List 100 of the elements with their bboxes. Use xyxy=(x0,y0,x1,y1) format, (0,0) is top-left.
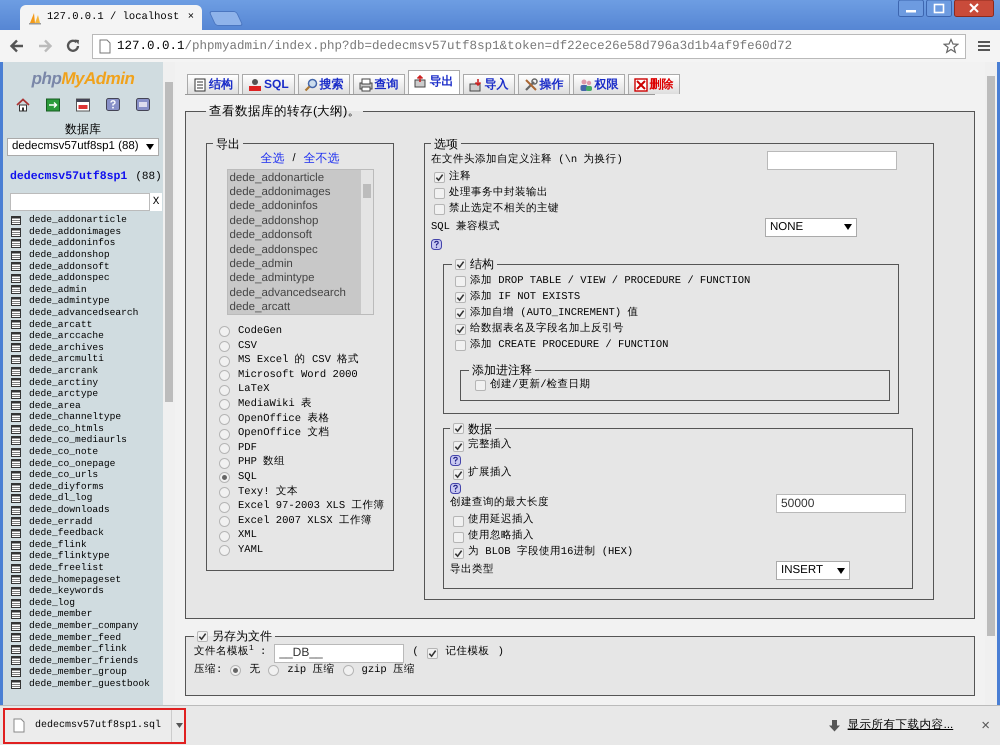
table-link[interactable]: dede_channeltype xyxy=(29,411,122,424)
radio-button[interactable] xyxy=(219,370,230,382)
export-type-dropdown[interactable]: INSERT xyxy=(776,561,850,580)
table-link[interactable]: dede_arcatt xyxy=(29,318,92,331)
table-icon[interactable] xyxy=(11,517,21,526)
table-icon[interactable] xyxy=(11,424,21,434)
tab[interactable]: 权限 xyxy=(572,74,625,94)
table-link[interactable]: dede_addonarticle xyxy=(29,214,127,227)
table-link[interactable]: dede_co_htmls xyxy=(29,422,104,436)
table-link[interactable]: dede_addonspec xyxy=(29,272,110,285)
radio-button[interactable] xyxy=(219,545,230,556)
tab[interactable]: 导入 xyxy=(462,74,515,94)
table-link[interactable]: dede_arctype xyxy=(29,388,98,401)
table-icon[interactable] xyxy=(11,656,21,666)
scrollbar[interactable] xyxy=(360,170,372,314)
tab[interactable]: 操作 xyxy=(518,74,570,94)
list-option[interactable]: dede_addoninfos xyxy=(230,199,358,214)
list-option[interactable]: dede_advancedsearch xyxy=(230,286,358,300)
table-link[interactable]: dede_erradd xyxy=(29,516,92,528)
table-link[interactable]: dede_archives xyxy=(29,342,104,354)
table-link[interactable]: dede_addonshop xyxy=(29,248,110,262)
table-icon[interactable] xyxy=(11,506,21,515)
scrollbar[interactable] xyxy=(163,62,175,705)
table-link[interactable]: dede_downloads xyxy=(29,504,110,516)
table-icon[interactable] xyxy=(11,552,21,562)
table-icon[interactable] xyxy=(11,285,21,294)
exit-icon[interactable] xyxy=(46,98,60,112)
checkbox[interactable] xyxy=(455,276,466,287)
reload-icon[interactable] xyxy=(64,37,82,55)
list-option[interactable]: dede_addonimages xyxy=(230,184,358,200)
table-link[interactable]: dede_co_onepage xyxy=(29,458,116,470)
checkbox[interactable] xyxy=(434,188,445,200)
table-icon[interactable] xyxy=(11,262,21,272)
home-icon[interactable] xyxy=(16,98,30,112)
checkbox[interactable] xyxy=(455,292,466,303)
table-link[interactable]: dede_member_friends xyxy=(29,654,138,668)
table-link[interactable]: dede_co_mediaurls xyxy=(29,434,127,447)
radio-button[interactable] xyxy=(219,486,230,498)
checkbox[interactable] xyxy=(426,648,438,659)
table-link[interactable]: dede_member_feed xyxy=(29,632,122,644)
table-icon[interactable] xyxy=(11,332,21,341)
sql-window-icon[interactable] xyxy=(76,98,90,112)
compat-dropdown[interactable]: NONE xyxy=(765,218,857,237)
table-link[interactable]: dede_arctiny xyxy=(29,376,98,389)
table-icon[interactable] xyxy=(11,494,21,504)
close-button[interactable]: × xyxy=(981,716,990,736)
address-bar[interactable]: 127.0.0.1/phpmyadmin/index.php?db=dedecmsv57utf8sp1&token=df22ece26e58d796a3d1b4af9fe60d72 xyxy=(92,34,966,58)
table-icon[interactable] xyxy=(11,540,21,550)
radio-button[interactable] xyxy=(219,428,230,440)
radio-button[interactable] xyxy=(219,530,230,542)
radio-button[interactable] xyxy=(219,340,230,352)
table-link[interactable]: dede_area xyxy=(29,400,81,412)
table-icon[interactable] xyxy=(11,633,21,642)
table-icon[interactable] xyxy=(11,216,21,225)
tab[interactable]: SQL xyxy=(242,74,295,94)
radio-button[interactable] xyxy=(219,326,230,338)
table-icon[interactable] xyxy=(11,401,21,410)
table-icon[interactable] xyxy=(11,378,21,388)
table-icon[interactable] xyxy=(11,390,21,399)
checkbox[interactable] xyxy=(455,308,466,319)
table-link[interactable]: dede_co_note xyxy=(29,446,98,459)
tab[interactable]: 搜索 xyxy=(298,74,350,94)
checkbox[interactable] xyxy=(453,548,464,559)
checkbox[interactable] xyxy=(453,423,464,434)
table-link[interactable]: dede_addoninfos xyxy=(29,237,116,250)
checkbox[interactable] xyxy=(453,516,464,527)
checkbox[interactable] xyxy=(434,204,445,216)
radio-button[interactable] xyxy=(219,458,230,469)
table-icon[interactable] xyxy=(11,598,21,608)
table-link[interactable]: dede_member_group xyxy=(29,666,127,679)
table-listbox[interactable]: dede_addonarticle dede_addonimages dede_addoninfos dede_addonshop dede_addonsoft dede_addonspec dede_admin dede_admintype dede_advancedsearch dede_arcatt xyxy=(226,168,374,315)
checkbox[interactable] xyxy=(197,630,208,642)
table-icon[interactable] xyxy=(11,575,21,584)
table-icon[interactable] xyxy=(11,274,21,283)
table-link[interactable]: dede_addonimages xyxy=(29,226,122,238)
radio-button[interactable] xyxy=(342,665,354,676)
table-link[interactable]: dede_arcrank xyxy=(29,364,98,378)
query-window-icon[interactable] xyxy=(136,98,150,112)
table-icon[interactable] xyxy=(11,528,21,538)
checkbox[interactable] xyxy=(455,258,466,270)
table-icon[interactable] xyxy=(11,366,21,376)
table-icon[interactable] xyxy=(11,482,21,492)
table-icon[interactable] xyxy=(11,343,21,352)
back-icon[interactable] xyxy=(8,37,26,55)
list-option[interactable]: dede_addonsoft xyxy=(230,228,358,243)
table-link[interactable]: dede_freelist xyxy=(29,562,104,574)
table-icon[interactable] xyxy=(11,680,21,689)
table-link[interactable]: dede_arccache xyxy=(29,330,104,343)
radio-button[interactable] xyxy=(219,516,230,528)
tab[interactable]: 删除 xyxy=(628,74,680,94)
table-link[interactable]: dede_arcmulti xyxy=(29,353,104,366)
checkbox[interactable] xyxy=(455,340,466,351)
select-none-link[interactable]: 全不选 xyxy=(304,150,340,167)
radio-button[interactable] xyxy=(219,356,230,367)
tab[interactable]: 导出 xyxy=(408,70,460,94)
list-option[interactable]: dede_admin xyxy=(230,257,358,272)
table-link[interactable]: dede_flinktype xyxy=(29,550,110,563)
table-icon[interactable] xyxy=(11,297,21,306)
filter-field[interactable] xyxy=(10,192,150,211)
radio-button[interactable] xyxy=(219,443,230,454)
